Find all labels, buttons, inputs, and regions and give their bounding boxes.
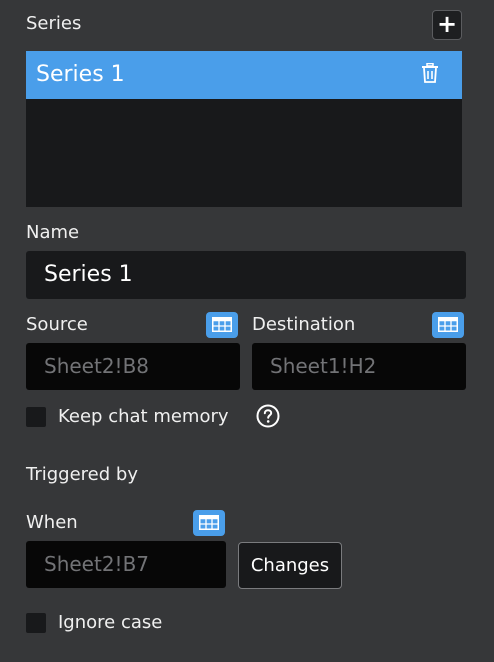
source-input[interactable]: Sheet2!B8 [26,343,240,390]
source-label: Source [26,314,88,335]
add-series-button[interactable]: + [432,10,462,40]
destination-input[interactable]: Sheet1!H2 [252,343,466,390]
name-input[interactable]: Series 1 [26,251,466,299]
changes-button[interactable]: Changes [238,542,342,589]
when-table-grid-icon[interactable] [193,510,225,536]
name-label: Name [26,222,80,243]
destination-label: Destination [252,314,356,335]
series-heading: Series [26,13,82,34]
ignore-case-label: Ignore case [58,612,163,633]
series-list-item[interactable]: Series 1 [26,51,462,99]
destination-table-grid-icon[interactable] [432,312,464,338]
keep-chat-memory-label: Keep chat memory [58,406,229,427]
question-circle-icon[interactable] [256,404,280,428]
triggered-by-heading: Triggered by [26,464,138,485]
when-input[interactable]: Sheet2!B7 [26,541,226,588]
source-table-grid-icon[interactable] [206,312,238,338]
series-list: Series 1 [26,51,462,207]
keep-chat-memory-checkbox[interactable] [26,407,46,427]
trash-icon[interactable] [421,63,439,83]
series-item-label: Series 1 [36,62,125,87]
when-label: When [26,512,78,533]
ignore-case-checkbox[interactable] [26,613,46,633]
